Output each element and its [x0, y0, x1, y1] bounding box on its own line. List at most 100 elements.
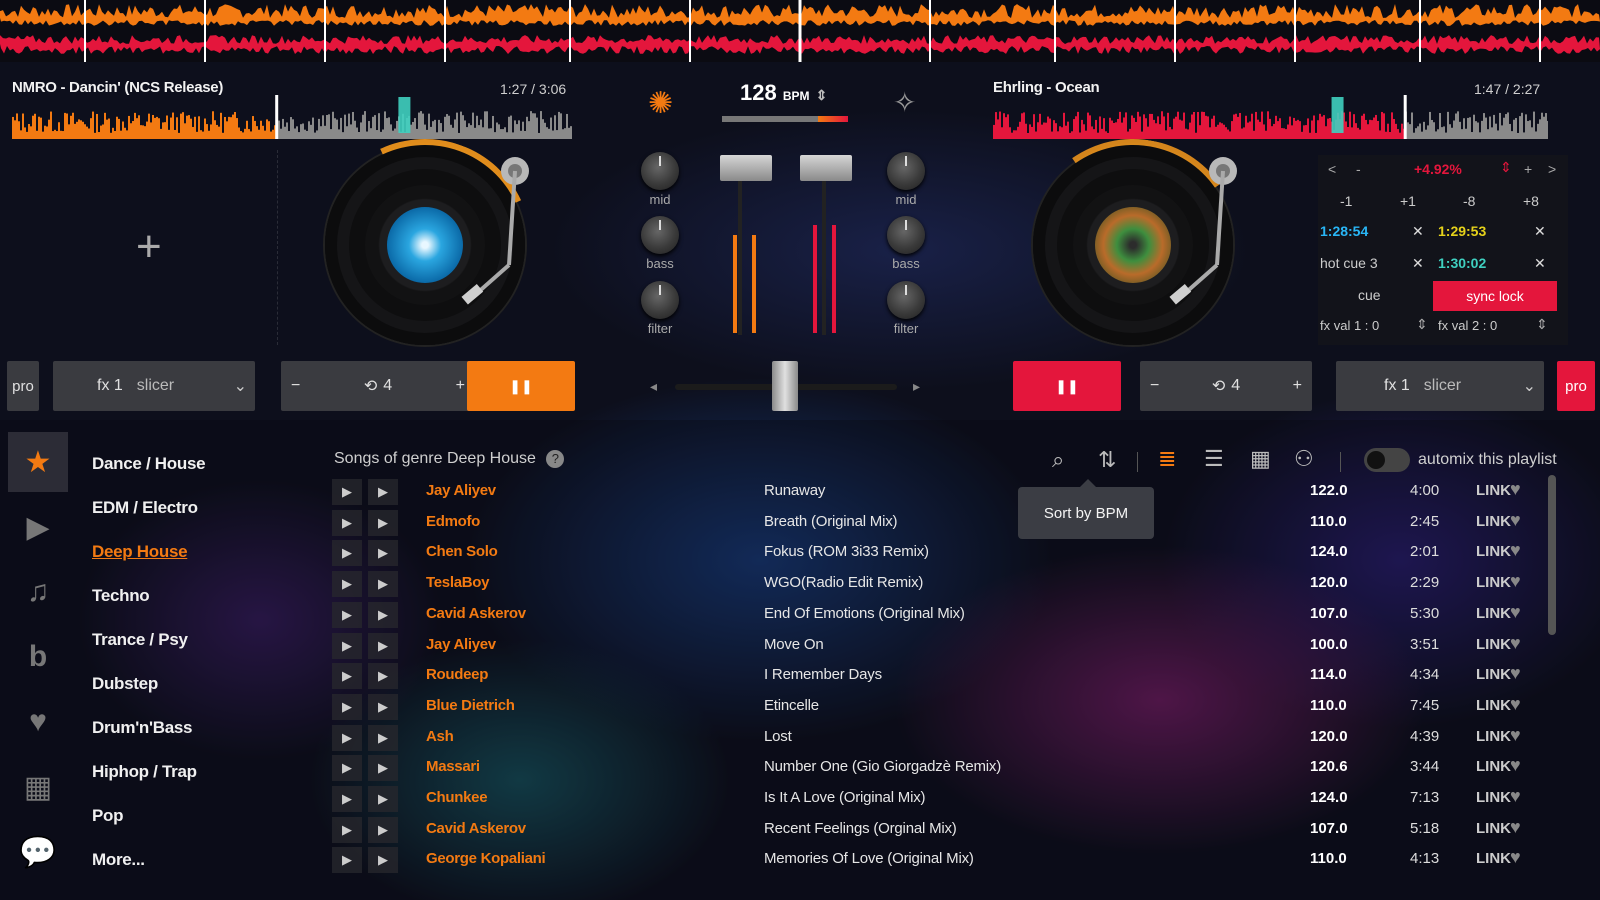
grid-view-icon[interactable]: ▦ [1250, 446, 1271, 472]
fx-value-1-stepper-icon[interactable]: ⇕ [1416, 316, 1428, 333]
deck-a-loop-control[interactable]: − ⟲ 4 + [281, 361, 475, 411]
pitch-step-plus8[interactable]: +8 [1523, 193, 1539, 209]
hot-cue-2[interactable]: 1:29:53 [1438, 223, 1486, 239]
deck-b-waveform[interactable] [993, 95, 1548, 139]
genre-dubstep[interactable]: Dubstep [92, 674, 158, 694]
deck-a-pro-button[interactable]: pro [7, 361, 39, 411]
deck-a-volume-fader[interactable] [720, 155, 772, 181]
load-play-icon[interactable]: ▶ [368, 693, 398, 720]
genre-trance-psy[interactable]: Trance / Psy [92, 630, 188, 650]
track-link[interactable]: LINK [1476, 482, 1511, 499]
preview-play-icon[interactable]: ▶ [332, 847, 362, 874]
hot-cue-4-clear-icon[interactable]: ✕ [1534, 255, 1546, 272]
users-icon[interactable]: ⚇ [1294, 446, 1314, 472]
preview-play-icon[interactable]: ▶ [332, 571, 362, 598]
load-play-icon[interactable]: ▶ [368, 509, 398, 536]
deck-b-fx-icon[interactable]: ✧ [893, 86, 916, 119]
cue-button[interactable]: cue [1358, 287, 1381, 303]
track-artist[interactable]: Cavid Askerov [426, 605, 526, 622]
bpm-display[interactable]: 128 BPM ⇕ [740, 80, 827, 106]
track-row[interactable]: ▶ ▶ Ash Lost 120.0 4:39 LINK ♥ [330, 723, 1560, 753]
track-artist[interactable]: Ash [426, 728, 454, 745]
sync-lock-button[interactable]: sync lock [1433, 281, 1557, 311]
help-icon[interactable]: ? [546, 450, 565, 468]
track-artist[interactable]: Edmofo [426, 513, 480, 530]
automix-toggle[interactable] [1364, 448, 1410, 472]
genre-techno[interactable]: Techno [92, 586, 150, 606]
deck-b-mid-knob[interactable] [887, 152, 925, 190]
load-play-icon[interactable]: ▶ [368, 571, 398, 598]
load-play-icon[interactable]: ▶ [368, 816, 398, 843]
deck-b-filter-knob[interactable] [887, 281, 925, 319]
favorite-heart-icon[interactable]: ♥ [1510, 694, 1521, 715]
track-link[interactable]: LINK [1476, 697, 1511, 714]
preview-play-icon[interactable]: ▶ [332, 632, 362, 659]
track-link[interactable]: LINK [1476, 543, 1511, 560]
track-artist[interactable]: TeslaBoy [426, 574, 489, 591]
track-artist[interactable]: Roudeep [426, 666, 488, 683]
favorite-heart-icon[interactable]: ♥ [1510, 817, 1521, 838]
heart-icon[interactable]: ♥ [8, 692, 68, 752]
deck-b-loop-control[interactable]: − ⟲ 4 + [1140, 361, 1312, 411]
favorite-heart-icon[interactable]: ♥ [1510, 663, 1521, 684]
track-row[interactable]: ▶ ▶ Chen Solo Fokus (ROM 3i33 Remix) 124.0 2:… [330, 538, 1560, 568]
load-play-icon[interactable]: ▶ [368, 847, 398, 874]
pitch-decrease-button[interactable]: - [1356, 161, 1361, 177]
deck-b-turntable[interactable] [1010, 122, 1256, 368]
track-artist[interactable]: Cavid Askerov [426, 820, 526, 837]
favorite-heart-icon[interactable]: ♥ [1510, 847, 1521, 868]
deck-a-loop-minus-button[interactable]: − [291, 377, 300, 395]
preview-play-icon[interactable]: ▶ [332, 755, 362, 782]
load-play-icon[interactable]: ▶ [368, 786, 398, 812]
deck-a-filter-knob[interactable] [641, 281, 679, 319]
track-row[interactable]: ▶ ▶ Cavid Askerov End Of Emotions (Original… [330, 600, 1560, 630]
track-artist[interactable]: Jay Aliyev [426, 482, 496, 499]
track-artist[interactable]: Jay Aliyev [426, 636, 496, 653]
favorite-heart-icon[interactable]: ♥ [1510, 510, 1521, 531]
preview-play-icon[interactable]: ▶ [332, 540, 362, 567]
deck-b-pause-button[interactable]: ❚❚ [1013, 361, 1121, 411]
favorite-heart-icon[interactable]: ♥ [1510, 602, 1521, 623]
compact-list-icon[interactable]: ≣ [1158, 446, 1176, 472]
crossfader-handle[interactable] [772, 361, 798, 411]
preview-play-icon[interactable]: ▶ [332, 601, 362, 628]
deck-b-fx-select[interactable]: fx 1 slicer ⌄ [1336, 361, 1544, 411]
preview-play-icon[interactable]: ▶ [332, 693, 362, 720]
favorite-heart-icon[interactable]: ♥ [1510, 786, 1521, 807]
track-row[interactable]: ▶ ▶ Jay Aliyev Move On 100.0 3:51 LINK ♥ [330, 631, 1560, 661]
load-play-icon[interactable]: ▶ [368, 755, 398, 782]
search-icon[interactable]: ⌕ [1052, 447, 1064, 473]
track-row[interactable]: ▶ ▶ Cavid Askerov Recent Feelings (Orginal … [330, 815, 1560, 845]
hot-cue-1[interactable]: 1:28:54 [1320, 223, 1368, 239]
genre-more[interactable]: More... [92, 850, 145, 870]
load-play-icon[interactable]: ▶ [368, 724, 398, 751]
deck-a-mid-knob[interactable] [641, 152, 679, 190]
track-row[interactable]: ▶ ▶ Chunkee Is It A Love (Original Mix) 124.… [330, 784, 1560, 814]
track-artist[interactable]: Chen Solo [426, 543, 498, 560]
deck-a-fx-select[interactable]: fx 1 slicer ⌄ [53, 361, 255, 411]
deck-a-waveform[interactable] [12, 95, 572, 139]
favorite-heart-icon[interactable]: ♥ [1510, 633, 1521, 654]
favorite-heart-icon[interactable]: ♥ [1510, 571, 1521, 592]
add-sample-icon[interactable]: + [136, 222, 162, 272]
genre-drum-n-bass[interactable]: Drum'n'Bass [92, 718, 193, 738]
pitch-nav-left-button[interactable]: < [1328, 161, 1336, 177]
track-row[interactable]: ▶ ▶ Jay Aliyev Runaway 122.0 4:00 LINK ♥ [330, 477, 1560, 507]
preview-play-icon[interactable]: ▶ [332, 509, 362, 536]
track-row[interactable]: ▶ ▶ TeslaBoy WGO(Radio Edit Remix) 120.0 2:29… [330, 569, 1560, 599]
grid-icon[interactable]: ▦ [8, 757, 68, 817]
video-icon[interactable]: ▶ [8, 497, 68, 557]
hot-cue-1-clear-icon[interactable]: ✕ [1412, 223, 1424, 240]
load-play-icon[interactable]: ▶ [368, 601, 398, 628]
hot-cue-3-clear-icon[interactable]: ✕ [1412, 255, 1424, 272]
preview-play-icon[interactable]: ▶ [332, 479, 362, 505]
track-link[interactable]: LINK [1476, 513, 1511, 530]
crossfader-right-icon[interactable]: ▸ [913, 378, 920, 395]
track-artist[interactable]: Chunkee [426, 789, 488, 806]
track-row[interactable]: ▶ ▶ Massari Number One (Gio Giorgadzè Remix… [330, 753, 1560, 783]
music-note-icon[interactable]: ♫ [8, 562, 68, 622]
genre-pop[interactable]: Pop [92, 806, 124, 826]
track-row[interactable]: ▶ ▶ Blue Dietrich Etincelle 110.0 7:45 LINK ♥ [330, 692, 1560, 722]
deck-a-bass-knob[interactable] [641, 216, 679, 254]
deck-b-pro-button[interactable]: pro [1557, 361, 1595, 411]
